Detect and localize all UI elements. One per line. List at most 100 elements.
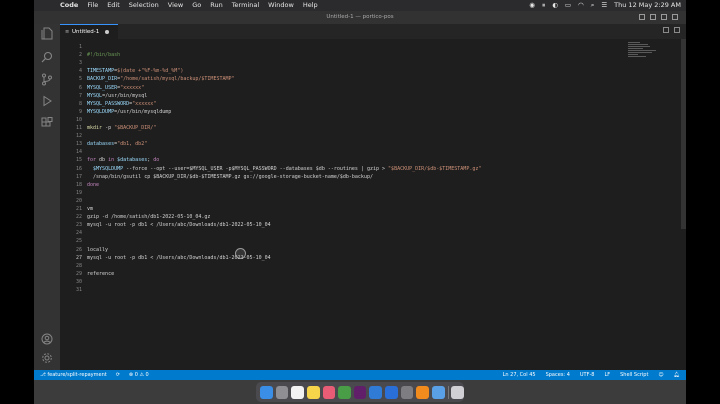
- settings-icon[interactable]: [400, 385, 414, 399]
- code-line[interactable]: mkdir -p "$BACKUP_DIR/": [87, 125, 156, 131]
- chrome-icon[interactable]: [338, 385, 351, 399]
- line-number: 2: [78, 52, 82, 59]
- tab-bar: ≡ Untitled-1: [60, 24, 686, 39]
- code-line[interactable]: databases="db1, db2": [87, 141, 147, 147]
- menu-selection[interactable]: Selection: [129, 0, 159, 11]
- extensions-icon[interactable]: [40, 117, 54, 131]
- code-line[interactable]: TIMESTAMP=$(date +"%F-%m-%d_%M"): [87, 68, 183, 74]
- menu-run[interactable]: Run: [210, 0, 222, 11]
- line-number: 29: [75, 270, 82, 277]
- battery-icon[interactable]: ▭: [565, 0, 571, 11]
- line-number: 11: [75, 125, 82, 131]
- sublime-icon[interactable]: [416, 385, 429, 399]
- pause-icon[interactable]: ⏸: [542, 0, 545, 11]
- code-line[interactable]: BACKUP_DIR="/home/satish/mysql/backup/$T…: [87, 76, 235, 82]
- code-line[interactable]: done: [87, 182, 99, 188]
- code-token: MYSQL_USER: [87, 84, 118, 91]
- minimap[interactable]: [624, 39, 686, 370]
- code-token: MYSQLDUMP: [87, 108, 115, 115]
- end-of-line[interactable]: LF: [604, 370, 610, 380]
- vertical-scrollbar[interactable]: [681, 39, 686, 229]
- control-center-icon[interactable]: ☰: [601, 0, 607, 11]
- launchpad-icon[interactable]: [275, 385, 289, 399]
- menu-help[interactable]: Help: [303, 0, 318, 11]
- code-token: for: [87, 157, 97, 164]
- source-control-icon[interactable]: [40, 73, 54, 87]
- code-line[interactable]: $MYSQLDUMP --force --opt --user=$MYSQL_U…: [87, 166, 481, 172]
- code-line[interactable]: for db in $databases; do: [87, 157, 159, 163]
- slack-icon[interactable]: [353, 385, 367, 399]
- code-line[interactable]: MYSQL=/usr/bin/mysql: [87, 93, 147, 99]
- trash-icon[interactable]: [451, 385, 465, 399]
- preview-icon[interactable]: [431, 385, 445, 399]
- notifications-icon[interactable]: 🔔︎: [674, 370, 680, 380]
- menu-terminal[interactable]: Terminal: [232, 0, 259, 11]
- wifi-icon[interactable]: ◠: [578, 0, 584, 11]
- vscode-icon[interactable]: [369, 385, 382, 399]
- language-mode[interactable]: Shell Script: [620, 370, 648, 380]
- sync-icon[interactable]: ⟳: [116, 370, 120, 380]
- file-icon: ≡: [65, 29, 70, 35]
- code-token: do: [153, 157, 160, 164]
- code-token: =/usr/bin/mysql: [102, 92, 148, 99]
- line-number: 1: [78, 44, 82, 50]
- customize-layout-icon[interactable]: [672, 14, 678, 20]
- xcode-icon[interactable]: [385, 385, 398, 399]
- gear-icon[interactable]: [40, 352, 54, 366]
- code-line[interactable]: locally: [87, 247, 108, 253]
- code-line[interactable]: gzip -d /home/satish/db1-2022-05-10_04.g…: [87, 214, 210, 220]
- code-line[interactable]: /snap/bin/gsutil cp $BACKUP_DIR/$db-$TIM…: [87, 174, 373, 180]
- problems-status[interactable]: ⊗ 0 ⚠ 0: [129, 370, 149, 380]
- code-line[interactable]: mysql -u root -p db1 < /Users/abc/Downlo…: [87, 222, 271, 228]
- menu-edit[interactable]: Edit: [107, 0, 120, 11]
- code-line[interactable]: #!/bin/bash: [87, 52, 120, 58]
- menu-window[interactable]: Window: [268, 0, 294, 11]
- search-icon[interactable]: ⌕: [591, 0, 595, 11]
- code-line[interactable]: MYSQL_PASSWORD="xxxxxx": [87, 101, 156, 107]
- notes-icon[interactable]: [306, 385, 320, 399]
- cursor-position[interactable]: Ln 27, Col 45: [503, 370, 536, 380]
- more-actions-icon[interactable]: [674, 27, 680, 33]
- focus-icon[interactable]: ◐: [552, 0, 558, 11]
- finder-icon[interactable]: [260, 385, 273, 399]
- code-line[interactable]: reference: [87, 271, 114, 277]
- code-token: TIMESTAMP: [87, 68, 115, 75]
- encoding[interactable]: UTF-8: [580, 370, 595, 380]
- menu-view[interactable]: View: [168, 0, 183, 11]
- code-line[interactable]: MYSQLDUMP=/usr/bin/mysqldump: [87, 109, 171, 115]
- clock[interactable]: Thu 12 May 2:29 AM: [614, 0, 681, 11]
- indentation[interactable]: Spaces: 4: [546, 370, 570, 380]
- toggle-panel-icon[interactable]: [650, 14, 656, 20]
- line-number: 3: [78, 60, 82, 67]
- code-line[interactable]: MYSQL_USER="xxxxxx": [87, 85, 144, 91]
- menu-app-name[interactable]: Code: [60, 0, 78, 11]
- unsaved-dot-icon[interactable]: [105, 30, 109, 34]
- code-token: "xxxxxx": [132, 100, 157, 107]
- search-icon[interactable]: [40, 51, 54, 65]
- branch-status[interactable]: ⎇ feature/split-repayment: [40, 370, 107, 380]
- line-number: 24: [75, 230, 82, 237]
- photos-icon[interactable]: [322, 385, 336, 399]
- record-icon[interactable]: ◉: [529, 0, 535, 11]
- calendar-icon[interactable]: [291, 385, 304, 399]
- toggle-sidebar-icon[interactable]: [639, 14, 645, 20]
- mac-dock: [256, 382, 465, 402]
- code-token: $(date +"%F-%m-%d_%M"): [117, 68, 184, 75]
- line-number: 21: [75, 206, 82, 212]
- tab-label: Untitled-1: [72, 29, 100, 35]
- account-icon[interactable]: [40, 333, 54, 347]
- branch-name: feature/split-repayment: [47, 372, 107, 378]
- code-line[interactable]: vm: [87, 206, 93, 212]
- feedback-icon[interactable]: ☺: [658, 370, 663, 380]
- split-editor-icon[interactable]: [663, 27, 669, 33]
- tab-untitled-1[interactable]: ≡ Untitled-1: [60, 24, 118, 39]
- code-token: =/usr/bin/mysqldump: [114, 108, 172, 115]
- code-editor[interactable]: 1 2 3 4 5 6 7 8 9 10 11 12 13 14 15 16 17 18 19 20 21 22 23 24 2…: [60, 39, 686, 370]
- menu-go[interactable]: Go: [192, 0, 201, 11]
- line-number: 16: [75, 165, 82, 172]
- toggle-secondary-sidebar-icon[interactable]: [661, 14, 667, 20]
- code-token: -p: [102, 125, 115, 131]
- menu-file[interactable]: File: [87, 0, 98, 11]
- explorer-icon[interactable]: [40, 27, 54, 41]
- run-debug-icon[interactable]: [40, 95, 54, 109]
